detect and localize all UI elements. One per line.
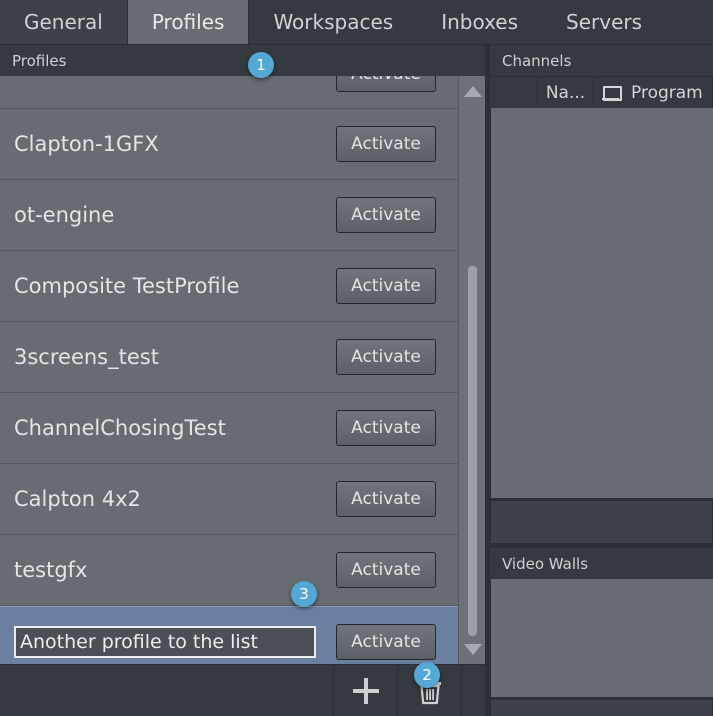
plus-icon [352, 677, 379, 704]
tab-general[interactable]: General [0, 0, 128, 44]
profile-name: Clapton-1GFX [14, 132, 159, 156]
channels-column-name[interactable]: Na... [538, 77, 594, 108]
activate-button[interactable]: Activate [336, 268, 436, 304]
profiles-panel: Profiles Composite Activate Clapton-1GFX… [0, 45, 485, 716]
scroll-down-button[interactable] [459, 636, 485, 662]
channels-column-program[interactable]: Program [594, 77, 713, 108]
activate-button[interactable]: Activate [336, 339, 436, 375]
profile-name: testgfx [14, 558, 88, 582]
channels-panel-title: Channels [502, 51, 572, 70]
profile-name: ot-engine [14, 203, 115, 227]
toolbar-end-cap [461, 665, 485, 716]
activate-button[interactable]: Activate [336, 76, 436, 92]
triangle-up-icon [463, 85, 482, 97]
step-badge-2: 2 [414, 662, 440, 688]
profile-name: 3screens_test [14, 345, 159, 369]
profiles-list-container: Composite Activate Clapton-1GFX Activate… [0, 76, 485, 664]
tab-profiles-label: Profiles [151, 10, 225, 34]
tab-bar-filler [666, 0, 713, 44]
step-badge-3: 3 [291, 581, 317, 607]
activate-button[interactable]: Activate [336, 481, 436, 517]
profiles-list[interactable]: Composite Activate Clapton-1GFX Activate… [0, 76, 458, 664]
video-walls-toolbar[interactable] [490, 699, 713, 716]
table-row[interactable]: Clapton-1GFX Activate [0, 109, 458, 180]
activate-button[interactable]: Activate [336, 126, 436, 162]
add-profile-button[interactable] [333, 665, 397, 716]
tab-servers[interactable]: Servers [542, 0, 667, 44]
table-row[interactable]: Composite TestProfile Activate [0, 251, 458, 322]
profiles-panel-title: Profiles [12, 51, 67, 70]
channels-toolbar[interactable] [490, 500, 713, 544]
profile-name: Calpton 4x2 [14, 487, 141, 511]
activate-button[interactable]: Activate [336, 623, 436, 660]
tab-servers-label: Servers [566, 10, 643, 34]
table-row[interactable]: Calpton 4x2 Activate [0, 464, 458, 535]
table-row[interactable]: Composite Activate [0, 76, 458, 109]
video-walls-panel-title: Video Walls [502, 554, 589, 573]
tab-profiles[interactable]: Profiles [127, 0, 250, 44]
table-row[interactable]: ot-engine Activate [0, 180, 458, 251]
channels-column-program-label: Program [631, 82, 703, 103]
table-row[interactable]: ChannelChosingTest Activate [0, 393, 458, 464]
profiles-panel-header: Profiles [0, 45, 485, 76]
profile-name: Composite TestProfile [14, 274, 240, 298]
video-walls-panel-header: Video Walls [490, 548, 713, 579]
scrollbar-thumb[interactable] [468, 266, 477, 636]
main-tab-bar: General Profiles Workspaces Inboxes Serv… [0, 0, 713, 45]
channels-column-blank[interactable] [490, 77, 538, 108]
activate-button[interactable]: Activate [336, 410, 436, 446]
tab-inboxes-label: Inboxes [441, 10, 519, 34]
channels-table-header: Na... Program [490, 76, 713, 108]
right-panels: Channels Na... Program Video Walls [485, 45, 713, 716]
channels-list[interactable] [490, 108, 713, 498]
tab-general-label: General [24, 10, 103, 34]
profile-name-input[interactable] [14, 625, 316, 658]
channels-panel-header: Channels [490, 45, 713, 76]
table-row-selected[interactable]: Activate [0, 606, 458, 664]
tab-workspaces[interactable]: Workspaces [249, 0, 418, 44]
tab-inboxes[interactable]: Inboxes [417, 0, 543, 44]
triangle-down-icon [463, 643, 482, 655]
profiles-list-scrollbar[interactable] [458, 76, 485, 664]
settings-window: General Profiles Workspaces Inboxes Serv… [0, 0, 713, 716]
video-walls-list[interactable] [490, 579, 713, 697]
monitor-icon [602, 85, 622, 101]
profiles-toolbar [0, 664, 485, 716]
activate-button[interactable]: Activate [336, 552, 436, 588]
step-badge-1: 1 [248, 52, 274, 78]
table-row[interactable]: testgfx Activate [0, 535, 458, 606]
tab-workspaces-label: Workspaces [273, 10, 394, 34]
table-row[interactable]: 3screens_test Activate [0, 322, 458, 393]
scroll-up-button[interactable] [459, 78, 485, 104]
profile-name: ChannelChosingTest [14, 416, 226, 440]
activate-button[interactable]: Activate [336, 197, 436, 233]
